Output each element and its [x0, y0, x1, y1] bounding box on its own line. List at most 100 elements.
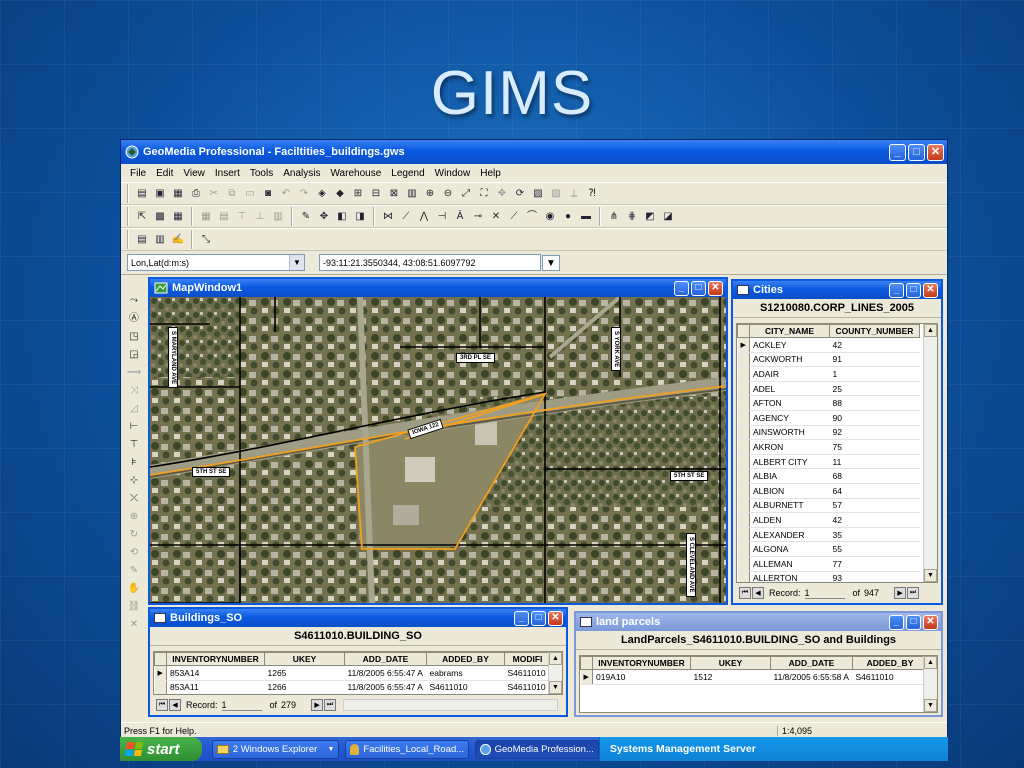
- redline-icon[interactable]: ✍: [170, 232, 186, 248]
- row-selector[interactable]: [737, 395, 750, 411]
- copy-icon[interactable]: ⧉: [224, 186, 240, 202]
- row-selector[interactable]: [737, 352, 750, 368]
- scroll-up-icon[interactable]: ▲: [924, 324, 937, 337]
- table-cell[interactable]: 77: [829, 556, 920, 572]
- table-cell[interactable]: S4611010: [504, 665, 551, 681]
- map-window-titlebar[interactable]: MapWindow1 _ □ ✕: [150, 279, 726, 297]
- table-row[interactable]: AINSWORTH 92: [737, 425, 920, 441]
- open-icon[interactable]: ▣: [152, 186, 168, 202]
- row-selector[interactable]: [737, 410, 750, 426]
- cities-close-button[interactable]: ✕: [923, 282, 938, 298]
- buildings-scrollbar[interactable]: ▲ ▼: [548, 652, 562, 694]
- validate-icon[interactable]: ◩: [642, 209, 658, 225]
- split-icon[interactable]: ⊤: [234, 209, 250, 225]
- table-cell[interactable]: 64: [829, 483, 920, 499]
- pencil-icon[interactable]: ✎: [126, 564, 142, 579]
- row-selector[interactable]: [737, 483, 750, 499]
- scroll-down-icon[interactable]: ▼: [549, 681, 562, 694]
- minimize-button[interactable]: _: [889, 143, 906, 161]
- display-icon[interactable]: ▧: [530, 186, 546, 202]
- table-cell[interactable]: 90: [829, 410, 920, 426]
- buildings-header-modified[interactable]: MODIFI: [504, 652, 551, 666]
- map-maximize-button[interactable]: □: [691, 280, 706, 296]
- buildings-header-add-date[interactable]: ADD_DATE: [344, 652, 427, 666]
- record-input[interactable]: 1: [804, 588, 845, 599]
- buildings-header-inventory[interactable]: INVENTORYNUMBER: [166, 652, 265, 666]
- refresh-icon[interactable]: ⟳: [512, 186, 528, 202]
- select-set-icon[interactable]: ⊟: [368, 186, 384, 202]
- merge-icon[interactable]: ⊥: [252, 209, 268, 225]
- point-ring-icon[interactable]: ◉: [542, 209, 558, 225]
- snap-point-icon[interactable]: ⊹: [126, 474, 142, 489]
- arc-icon[interactable]: ⌒: [524, 209, 540, 225]
- table-cell[interactable]: ALBURNETT: [749, 498, 830, 514]
- rotate-icon[interactable]: ⊕: [126, 510, 142, 525]
- table-row[interactable]: ADEL 25: [737, 381, 920, 397]
- table-cell[interactable]: ADEL: [749, 381, 830, 397]
- table-cell[interactable]: 92: [829, 425, 920, 441]
- table-cell[interactable]: 35: [829, 527, 920, 543]
- line-icon[interactable]: ⟋: [398, 209, 414, 225]
- new-icon[interactable]: ▤: [134, 186, 150, 202]
- table-cell[interactable]: 1512: [690, 669, 771, 685]
- fix-icon[interactable]: ◪: [660, 209, 676, 225]
- scroll-down-icon[interactable]: ▼: [924, 699, 937, 712]
- attribute-icon[interactable]: ▥: [270, 209, 286, 225]
- table-cell[interactable]: ALLEMAN: [749, 556, 830, 572]
- menu-view[interactable]: View: [178, 168, 210, 179]
- table-cell[interactable]: 42: [829, 337, 920, 353]
- table-cell[interactable]: ALBERT CITY: [749, 454, 830, 470]
- map-close-button[interactable]: ✕: [708, 280, 723, 296]
- taskbar-item-facilities[interactable]: Facilities_Local_Road...: [345, 739, 470, 759]
- undo-icon[interactable]: ↶: [278, 186, 294, 202]
- row-selector[interactable]: [737, 571, 750, 582]
- save-icon[interactable]: ▦: [170, 186, 186, 202]
- table-cell[interactable]: ALBION: [749, 483, 830, 499]
- row-selector[interactable]: [737, 439, 750, 455]
- text-icon[interactable]: Ā: [452, 209, 468, 225]
- measure-icon[interactable]: ⟂: [566, 186, 582, 202]
- row-selector[interactable]: ▶: [580, 669, 593, 685]
- offset-icon[interactable]: ⊢: [126, 420, 142, 435]
- menu-warehouse[interactable]: Warehouse: [325, 168, 386, 179]
- main-titlebar[interactable]: GeoMedia Professional - Faciltities_buil…: [121, 140, 947, 164]
- table-cell[interactable]: 1: [829, 366, 920, 382]
- map-minimize-button[interactable]: _: [674, 280, 689, 296]
- feature-icon[interactable]: ⊞: [350, 186, 366, 202]
- pan-icon[interactable]: ✥: [494, 186, 510, 202]
- parcels-maximize-button[interactable]: □: [906, 614, 921, 630]
- cities-minimize-button[interactable]: _: [889, 282, 904, 298]
- polyline-icon[interactable]: ⋀: [416, 209, 432, 225]
- buildings-minimize-button[interactable]: _: [514, 610, 529, 626]
- row-selector[interactable]: [737, 425, 750, 441]
- table-cell[interactable]: eabrams: [426, 665, 505, 681]
- table-row[interactable]: ▶ 019A10 1512 11/8/2005 6:55:58 A S4611010: [580, 669, 928, 685]
- table-cell[interactable]: 853A14: [166, 665, 265, 681]
- properties-icon[interactable]: ▨: [548, 186, 564, 202]
- insert-label-icon[interactable]: ◲: [126, 348, 142, 363]
- next-record-icon[interactable]: ▶: [894, 587, 907, 599]
- table-cell[interactable]: 11/8/2005 6:55:58 A: [770, 669, 853, 685]
- parcels-close-button[interactable]: ✕: [923, 614, 938, 630]
- network-icon[interactable]: ⋕: [624, 209, 640, 225]
- land-parcels-titlebar[interactable]: land parcels _ □ ✕: [576, 613, 941, 631]
- redo-icon[interactable]: ↷: [296, 186, 312, 202]
- report-icon[interactable]: ▤: [134, 232, 150, 248]
- line-break-icon[interactable]: ⋈: [380, 209, 396, 225]
- parcels-header-inventory[interactable]: INVENTORYNUMBER: [592, 656, 691, 670]
- buildings-grid[interactable]: INVENTORYNUMBER UKEY ADD_DATE ADDED_BY M…: [153, 651, 563, 695]
- move-icon[interactable]: ✥: [316, 209, 332, 225]
- table-cell[interactable]: 57: [829, 498, 920, 514]
- cities-header-county-number[interactable]: COUNTY_NUMBER: [829, 324, 920, 338]
- diagonal-icon[interactable]: ⟋: [506, 209, 522, 225]
- menu-legend[interactable]: Legend: [386, 168, 429, 179]
- scroll-up-icon[interactable]: ▲: [549, 652, 562, 665]
- table-row[interactable]: ALBIA 68: [737, 468, 920, 484]
- table-cell[interactable]: AINSWORTH: [749, 425, 830, 441]
- last-record-icon[interactable]: ⏭: [324, 699, 337, 711]
- menu-file[interactable]: File: [125, 168, 151, 179]
- table-row[interactable]: ▶ 853A14 1265 11/8/2005 6:55:47 Aeabrams S46…: [154, 665, 551, 681]
- tee-icon[interactable]: ⊤: [126, 438, 142, 453]
- table-row[interactable]: ▶ ACKLEY 42: [737, 337, 920, 353]
- first-record-icon[interactable]: ⏮: [156, 699, 168, 711]
